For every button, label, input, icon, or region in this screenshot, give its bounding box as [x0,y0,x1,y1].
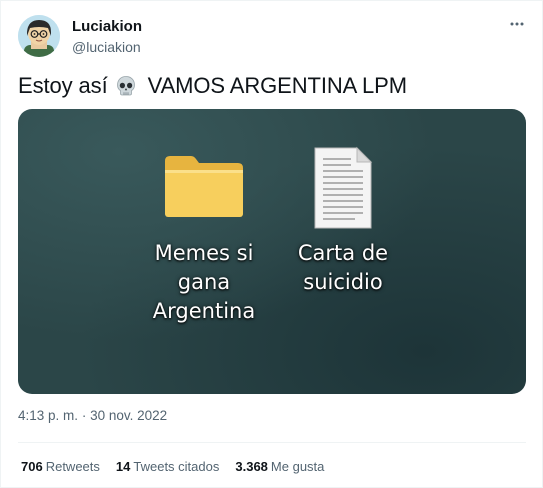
desktop-folder-item [149,153,259,224]
tweet-card: Luciakion @luciakion Estoy así VAMOS ARG… [0,0,543,488]
author-handle[interactable]: @luciakion [72,38,142,56]
author-display-name[interactable]: Luciakion [72,18,142,36]
tweet-text-after: VAMOS ARGENTINA LPM [147,73,407,98]
desktop-document-label-wrap: Carta de suicidio [285,239,401,297]
tweet-date: 30 nov. 2022 [90,408,168,423]
timestamp-separator: · [81,408,87,423]
quotes-label: Tweets citados [133,459,220,474]
tweet-text: Estoy así VAMOS ARGENTINA LPM [18,73,407,103]
tweet-media-image[interactable]: Memes si gana Argentina Carta de suicidi… [18,109,526,394]
folder-label: Memes si gana Argentina [152,241,256,323]
divider [18,442,526,443]
tweet-stats: 706 Retweets 14 Tweets citados 3.368 Me gus… [21,459,340,474]
tweet-timestamp: 4:13 p. m. · 30 nov. 2022 [18,408,167,423]
folder-icon [165,156,243,217]
tweet-header: Luciakion @luciakion [18,15,530,59]
likes-label: Me gusta [270,459,325,474]
likes-count: 3.368 [235,459,268,474]
quote-tweets-stat[interactable]: 14 Tweets citados [116,459,219,474]
tweet-time: 4:13 p. m. [18,408,79,423]
author-names: Luciakion @luciakion [72,18,142,56]
cartoon-avatar-icon [18,15,60,57]
likes-stat[interactable]: 3.368 Me gusta [235,459,324,474]
retweets-stat[interactable]: 706 Retweets [21,459,100,474]
more-horizontal-icon [510,22,524,26]
skull-emoji-icon [115,75,137,103]
more-options-button[interactable] [506,13,528,35]
document-label: Carta de suicidio [297,241,389,294]
tweet-time-link[interactable]: 4:13 p. m. · 30 nov. 2022 [18,408,167,423]
desktop-document-item [307,145,379,236]
quotes-count: 14 [115,459,131,474]
text-document-icon [314,146,373,229]
retweets-label: Retweets [45,459,100,474]
avatar[interactable] [18,15,60,57]
desktop-folder-label-wrap: Memes si gana Argentina [143,239,265,326]
tweet-text-before: Estoy así [18,73,108,98]
retweets-count: 706 [21,459,43,474]
